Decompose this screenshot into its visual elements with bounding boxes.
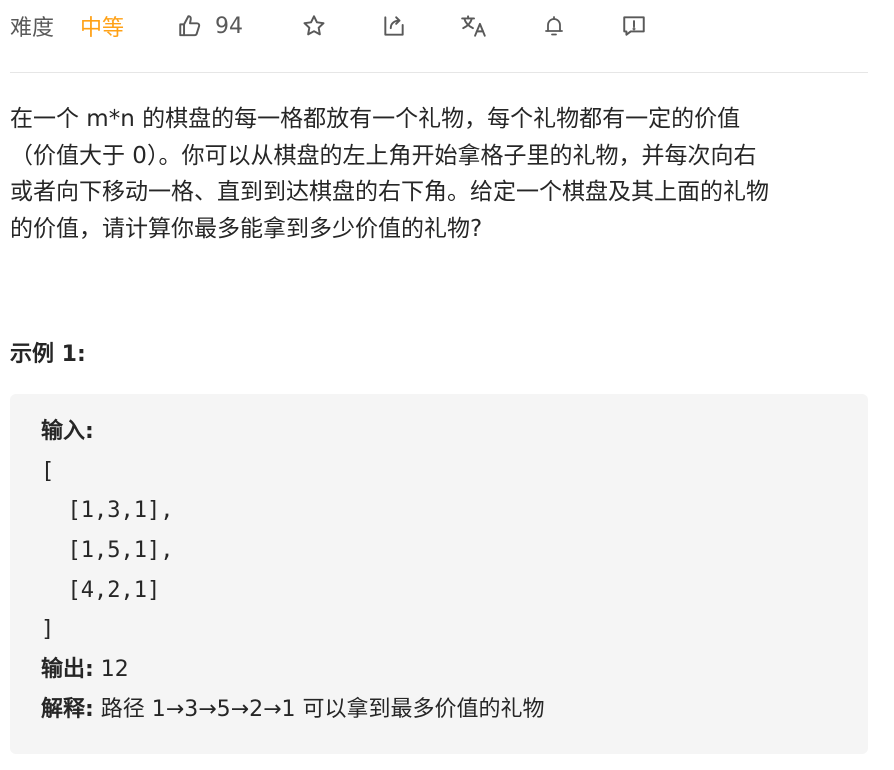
example-input-line: [1,3,1], (41, 498, 174, 524)
bell-icon (542, 13, 566, 39)
thumbs-up-icon (177, 13, 203, 39)
star-icon (301, 13, 327, 39)
difficulty-badge: 中等 (80, 16, 125, 41)
example-output-value: 12 (93, 657, 129, 683)
problem-description: 在一个 m*n 的棋盘的每一格都放有一个礼物，每个礼物都有一定的价值 （价值大于… (10, 101, 880, 247)
toolbar-divider (10, 72, 868, 73)
feedback-icon (621, 13, 647, 39)
example-explanation-value: 路径 1→3→5→2→1 可以拿到最多价值的礼物 (93, 696, 545, 722)
example-title: 示例 1: (10, 342, 86, 367)
description-line: 在一个 m*n 的棋盘的每一格都放有一个礼物，每个礼物都有一定的价值 (10, 106, 741, 132)
share-icon (381, 13, 407, 39)
description-line: 或者向下移动一格、直到到达棋盘的右下角。给定一个棋盘及其上面的礼物 (10, 179, 769, 205)
difficulty-label: 难度 (10, 16, 55, 41)
example-output-label: 输出: (41, 657, 94, 683)
like-button[interactable]: 94 (177, 10, 243, 42)
favorite-button[interactable] (299, 10, 329, 42)
example-explanation-label: 解释: (41, 696, 94, 722)
description-line: （价值大于 0）。你可以从棋盘的左上角开始拿格子里的礼物，并每次向右 (10, 142, 757, 169)
example-input-label: 输入: (41, 419, 94, 444)
translate-icon (460, 13, 488, 39)
description-line: 的价值，请计算你最多能拿到多少价值的礼物? (10, 215, 483, 242)
example-input-line: [4,2,1] (41, 577, 161, 603)
share-button[interactable] (379, 10, 409, 42)
feedback-button[interactable] (619, 10, 649, 42)
translate-button[interactable] (459, 10, 489, 42)
problem-toolbar: 难度 中等 94 (0, 0, 894, 52)
notification-button[interactable] (539, 10, 569, 42)
example-input-line: [1,5,1], (41, 538, 174, 564)
like-count: 94 (215, 13, 243, 39)
example-code-block: 输入: [ [1,3,1], [1,5,1], [4,2,1] ] 输出: 12… (10, 394, 868, 754)
example-input-line: [ (41, 458, 55, 484)
example-input-line: ] (41, 617, 55, 643)
